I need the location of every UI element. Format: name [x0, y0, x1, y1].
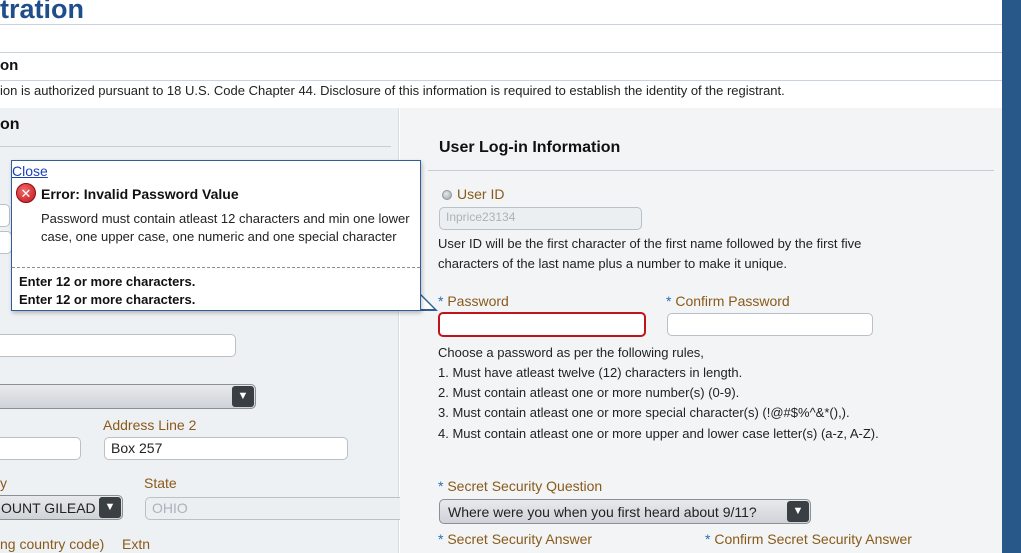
address-line2-label: Address Line 2: [103, 417, 197, 433]
password-rule: 2. Must contain atleast one or more numb…: [438, 385, 740, 400]
chevron-down-icon: ▼: [787, 501, 809, 522]
confirm-secret-answer-label-text: Confirm Secret Security Answer: [714, 531, 912, 547]
required-marker: *: [438, 478, 444, 494]
panel-rule: [0, 146, 391, 147]
required-marker: *: [438, 293, 444, 309]
password-rule: 4. Must contain atleast one or more uppe…: [438, 426, 879, 441]
secret-answer-label-text: Secret Security Answer: [447, 531, 593, 547]
panel-heading: on: [0, 116, 20, 133]
password-rule: 3. Must contain atleast one or more spec…: [438, 405, 850, 420]
confirm-password-label-text: Confirm Password: [675, 293, 790, 309]
address-line2-input[interactable]: Box 257: [104, 437, 348, 460]
extn-label: Extn: [122, 536, 151, 552]
user-id-help-2: characters of the last name plus a numbe…: [438, 256, 788, 271]
password-rule: 1. Must have atleast twelve (12) charact…: [438, 365, 743, 380]
user-login-panel: User Log-in Information User ID Inprice2…: [400, 108, 1002, 553]
state-label: State: [144, 475, 177, 491]
confirm-password-input[interactable]: [667, 313, 873, 336]
popup-pointer-inner: [420, 295, 434, 309]
panel-rule: [428, 170, 994, 171]
error-message: Enter 12 or more characters.: [19, 292, 196, 307]
hidden-field-stub[interactable]: [0, 204, 10, 227]
secret-question-value: Where were you when you first heard abou…: [448, 504, 757, 520]
radio-icon[interactable]: [442, 190, 452, 200]
user-id-label: User ID: [457, 186, 505, 202]
error-message: Enter 12 or more characters.: [19, 274, 196, 289]
secret-question-select[interactable]: Where were you when you first heard abou…: [439, 499, 811, 524]
page-title: tration: [0, 0, 84, 24]
chevron-down-icon: ▼: [232, 386, 254, 407]
state-input[interactable]: OHIO: [145, 497, 407, 520]
secret-answer-label: * Secret Security Answer: [438, 531, 592, 547]
user-id-input: Inprice23134: [439, 207, 642, 230]
section-divider-top: [0, 52, 1002, 53]
section-divider-bottom: [0, 80, 1002, 81]
required-marker: *: [438, 531, 444, 547]
section-heading: on: [0, 57, 19, 74]
chevron-down-icon: ▼: [99, 497, 121, 518]
error-description: Password must contain atleast 12 charact…: [41, 211, 410, 244]
city-value: OUNT GILEAD: [1, 500, 96, 516]
required-marker: *: [705, 531, 711, 547]
password-rules-intro: Choose a password as per the following r…: [438, 345, 704, 360]
user-id-help-1: User ID will be the first character of t…: [438, 236, 862, 251]
close-link[interactable]: Close: [12, 163, 48, 179]
confirm-secret-answer-label: * Confirm Secret Security Answer: [705, 531, 912, 547]
city-label: y: [0, 475, 7, 491]
phone-label: ng country code): [0, 536, 105, 552]
window-edge: [1002, 0, 1021, 553]
title-divider: [0, 24, 1002, 25]
panel-heading: User Log-in Information: [439, 139, 621, 156]
required-marker: *: [666, 293, 672, 309]
address-line1-short-input[interactable]: [0, 437, 81, 460]
privacy-notice: ion is authorized pursuant to 18 U.S. Co…: [0, 83, 785, 98]
password-error-popup: Close ✕ Error: Invalid Password Value Pa…: [11, 160, 421, 311]
password-input[interactable]: [438, 312, 646, 337]
confirm-password-label: * Confirm Password: [666, 293, 790, 309]
popup-divider: [12, 267, 420, 268]
city-select[interactable]: OUNT GILEAD ▼: [0, 495, 123, 520]
secret-question-label-text: Secret Security Question: [447, 478, 603, 494]
password-label: * Password: [438, 293, 509, 309]
password-label-text: Password: [447, 293, 509, 309]
secret-question-label: * Secret Security Question: [438, 478, 602, 494]
country-select[interactable]: ▼: [0, 384, 256, 409]
error-title: Error: Invalid Password Value: [41, 186, 239, 202]
address-line1-input[interactable]: [0, 334, 236, 357]
error-circle-icon: ✕: [16, 183, 36, 203]
